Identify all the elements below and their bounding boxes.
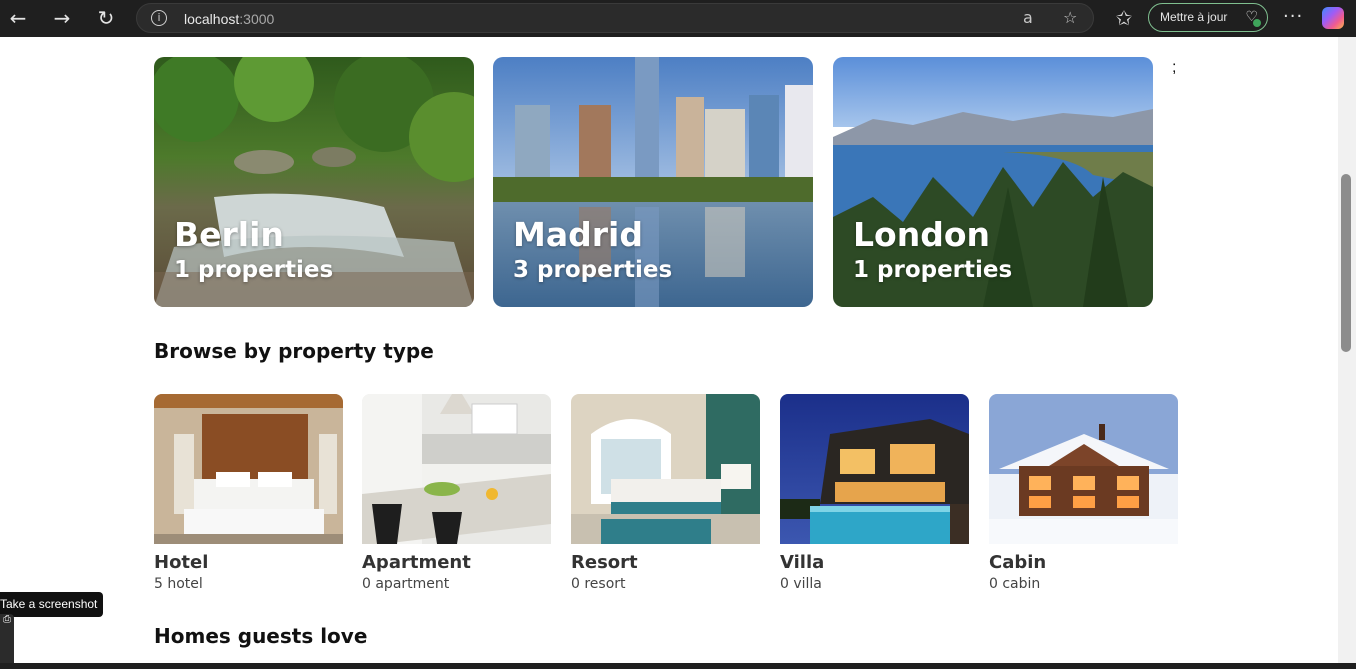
read-aloud-icon[interactable]: a	[1023, 8, 1033, 27]
property-type-villa[interactable]: Villa 0 villa	[780, 394, 969, 592]
property-type-cabin[interactable]: Cabin 0 cabin	[989, 394, 1178, 592]
city-name: Madrid	[513, 215, 643, 254]
property-type-count: 5 hotel	[154, 576, 203, 592]
villa-pool-image	[780, 394, 969, 544]
favorite-star-icon[interactable]: ☆	[1063, 8, 1077, 27]
property-type-hotel[interactable]: Hotel 5 hotel	[154, 394, 343, 592]
address-bar[interactable]: i localhost:3000 a ☆	[136, 3, 1094, 33]
browser-toolbar: ← → ↻ i localhost:3000 a ☆ ✩ Mettre à jo…	[0, 0, 1356, 37]
resort-room-image	[571, 394, 760, 544]
hotel-room-image	[154, 394, 343, 544]
cabin-snow-image	[989, 394, 1178, 544]
more-options-icon[interactable]: ···	[1283, 6, 1303, 27]
site-info-icon[interactable]: i	[151, 10, 167, 26]
forward-icon[interactable]: →	[49, 6, 75, 30]
property-type-name: Apartment	[362, 552, 471, 573]
city-name: London	[853, 215, 990, 254]
city-card-madrid[interactable]: Madrid 3 properties	[493, 57, 813, 307]
city-name: Berlin	[174, 215, 284, 254]
property-type-count: 0 resort	[571, 576, 626, 592]
property-type-name: Hotel	[154, 552, 209, 573]
favorites-icon[interactable]: ✩	[1111, 6, 1137, 30]
city-card-berlin[interactable]: Berlin 1 properties	[154, 57, 474, 307]
scrollbar-thumb[interactable]	[1341, 174, 1351, 352]
property-type-count: 0 apartment	[362, 576, 450, 592]
property-type-count: 0 villa	[780, 576, 822, 592]
reload-icon[interactable]: ↻	[93, 6, 119, 30]
property-type-count: 0 cabin	[989, 576, 1041, 592]
city-card-london[interactable]: London 1 properties	[833, 57, 1153, 307]
update-button[interactable]: Mettre à jour ♡	[1148, 3, 1268, 32]
city-property-count: 1 properties	[174, 257, 334, 283]
screenshot-tooltip: Take a screenshot	[0, 592, 104, 617]
property-type-apartment[interactable]: Apartment 0 apartment	[362, 394, 551, 592]
window-bottom-edge	[0, 663, 1356, 669]
property-types-title: Browse by property type	[154, 339, 434, 363]
property-type-name: Villa	[780, 552, 825, 573]
stray-text: ;	[1172, 59, 1177, 76]
city-property-count: 3 properties	[513, 257, 673, 283]
screenshot-tool-strip[interactable]: ⎙	[0, 614, 14, 663]
status-dot	[1253, 19, 1261, 27]
city-property-count: 1 properties	[853, 257, 1013, 283]
property-type-resort[interactable]: Resort 0 resort	[571, 394, 760, 592]
apartment-kitchen-image	[362, 394, 551, 544]
screenshot-icon[interactable]: ⎙	[0, 614, 14, 625]
page-viewport: Berlin 1 properties Madrid 3 properties …	[0, 37, 1338, 663]
copilot-icon[interactable]	[1322, 7, 1344, 29]
property-type-name: Cabin	[989, 552, 1047, 573]
homes-guests-love-title: Homes guests love	[154, 624, 368, 648]
back-icon[interactable]: ←	[5, 6, 31, 30]
property-type-name: Resort	[571, 552, 638, 573]
address-url[interactable]: localhost:3000	[184, 11, 274, 27]
update-button-label: Mettre à jour	[1160, 10, 1228, 24]
